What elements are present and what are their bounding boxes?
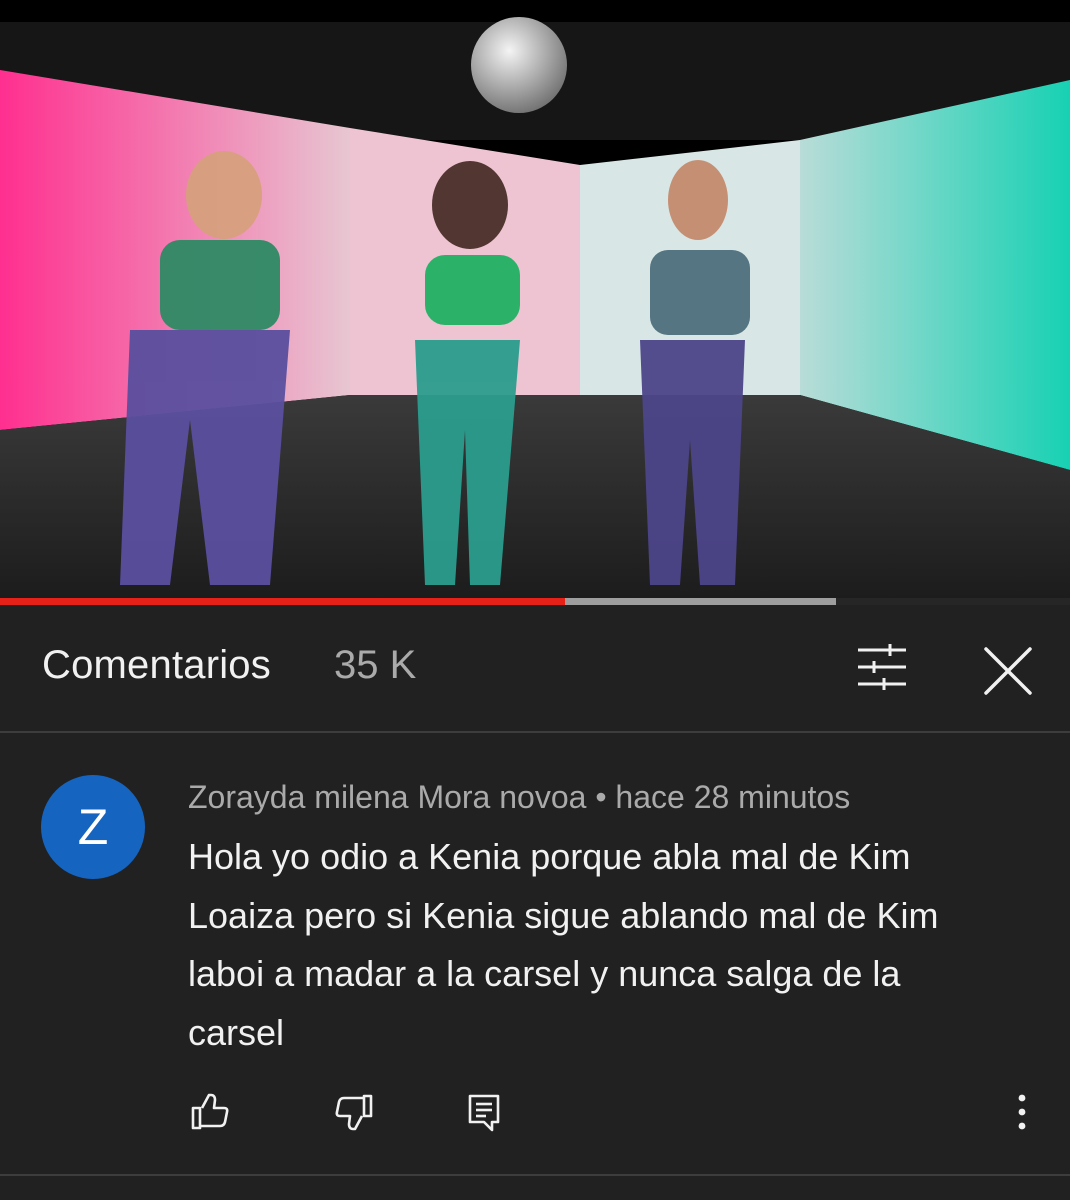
more-options-button[interactable] xyxy=(1004,1090,1040,1134)
close-icon xyxy=(984,647,1032,695)
sort-filter-button[interactable] xyxy=(852,641,914,693)
video-player[interactable] xyxy=(0,0,1070,600)
comments-count: 35 K xyxy=(334,643,417,687)
comment-line: Hola yo odio a Kenia porque abla mal de … xyxy=(188,836,911,877)
sort-filter-icon xyxy=(858,644,906,690)
progress-unbuffered xyxy=(836,598,1070,605)
comments-title: Comentarios xyxy=(42,643,271,687)
comment-line: Loaiza pero si Kenia sigue ablando mal d… xyxy=(188,894,939,936)
avatar-letter: Z xyxy=(77,799,109,855)
reply-button[interactable] xyxy=(462,1090,506,1134)
video-frame xyxy=(0,0,1070,600)
more-vert-icon xyxy=(1018,1094,1026,1130)
progress-bar[interactable] xyxy=(0,598,836,605)
comment-line: laboi a madar a la carsel y nunca salga … xyxy=(188,953,901,994)
dislike-button[interactable] xyxy=(332,1090,376,1134)
reply-icon xyxy=(468,1094,500,1132)
comment-text: Hola yo odio a Kenia porque abla mal de … xyxy=(188,828,1038,1062)
comments-header: Comentarios 35 K xyxy=(0,605,1070,732)
like-icon xyxy=(191,1093,229,1130)
close-button[interactable] xyxy=(980,643,1036,699)
divider xyxy=(0,731,1070,733)
like-button[interactable] xyxy=(188,1090,232,1134)
comment-meta: Zorayda milena Mora novoa • hace 28 minu… xyxy=(188,779,851,815)
comment-line: carsel xyxy=(188,1011,285,1053)
progress-played xyxy=(0,598,565,605)
divider xyxy=(0,1174,1070,1176)
avatar[interactable]: Z xyxy=(41,775,145,879)
dislike-icon xyxy=(335,1094,373,1131)
